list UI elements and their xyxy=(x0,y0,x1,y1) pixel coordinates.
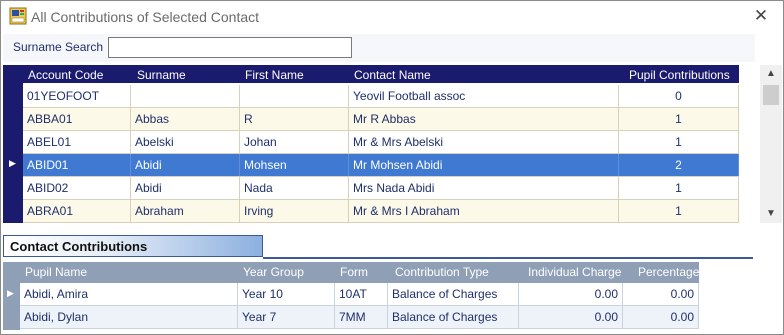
close-icon[interactable]: ✕ xyxy=(749,5,773,27)
cell-surname: Abbas xyxy=(131,108,240,130)
table-row-selected[interactable]: ABID01 Abidi Mohsen Mr Mohsen Abidi 2 xyxy=(23,154,739,177)
cell-first-name: Johan xyxy=(240,131,349,153)
cell-account-code: ABID01 xyxy=(23,154,131,176)
cell-pupil-name: Abidi, Amira xyxy=(20,283,238,305)
column-header-contribution-type[interactable]: Contribution Type xyxy=(395,265,489,279)
cell-individual-charge: 0.00 xyxy=(519,283,623,305)
contacts-vertical-scrollbar[interactable]: ▲ ▼ xyxy=(760,65,782,223)
cell-pupil-contributions: 1 xyxy=(619,108,739,130)
cell-pupil-contributions: 0 xyxy=(619,85,739,107)
cell-pupil-contributions: 1 xyxy=(619,177,739,199)
column-header-pupil-contributions[interactable]: Pupil Contributions xyxy=(629,68,730,82)
cell-contact-name: Mrs Nada Abidi xyxy=(349,177,619,199)
cell-contribution-type: Balance of Charges xyxy=(388,283,519,305)
contacts-app-icon xyxy=(9,7,27,25)
table-row[interactable]: ABEL01 Abelski Johan Mr & Mrs Abelski 1 xyxy=(23,131,739,154)
cell-pupil-contributions: 2 xyxy=(619,154,739,176)
cell-surname: Abraham xyxy=(131,200,240,222)
cell-surname xyxy=(131,85,240,107)
cell-contribution-type: Balance of Charges xyxy=(388,306,519,328)
cell-surname: Abelski xyxy=(131,131,240,153)
cell-contact-name: Yeovil Football assoc xyxy=(349,85,619,107)
cell-contact-name: Mr & Mrs I Abraham xyxy=(349,200,619,222)
column-header-account-code[interactable]: Account Code xyxy=(28,68,103,82)
cell-first-name: Irving xyxy=(240,200,349,222)
contributions-window: All Contributions of Selected Contact ✕ … xyxy=(0,0,784,335)
column-header-first-name[interactable]: First Name xyxy=(245,68,304,82)
surname-search-input[interactable] xyxy=(108,37,352,58)
table-row[interactable]: ABBA01 Abbas R Mr R Abbas 1 xyxy=(23,108,739,131)
cell-account-code: ABEL01 xyxy=(23,131,131,153)
row-pointer-icon: ▶ xyxy=(9,158,16,168)
contributions-grid: Pupil Name Year Group Form Contribution … xyxy=(3,262,699,330)
contact-contributions-section-header: Contact Contributions xyxy=(3,235,263,257)
contributions-grid-header: Pupil Name Year Group Form Contribution … xyxy=(3,262,699,283)
cell-first-name: Nada xyxy=(240,177,349,199)
contacts-grid: Account Code Surname First Name Contact … xyxy=(3,65,739,223)
cell-surname: Abidi xyxy=(131,177,240,199)
cell-account-code: ABBA01 xyxy=(23,108,131,130)
cell-first-name: Mohsen xyxy=(240,154,349,176)
cell-individual-charge: 0.00 xyxy=(519,306,623,328)
scrollbar-thumb[interactable] xyxy=(763,85,779,105)
cell-first-name xyxy=(240,85,349,107)
scroll-up-icon[interactable]: ▲ xyxy=(760,65,782,83)
column-header-contact-name[interactable]: Contact Name xyxy=(354,68,431,82)
window-title: All Contributions of Selected Contact xyxy=(31,9,260,25)
cell-first-name: R xyxy=(240,108,349,130)
section-title: Contact Contributions xyxy=(10,239,148,254)
column-header-pupil-name[interactable]: Pupil Name xyxy=(25,265,87,279)
cell-account-code: ABRA01 xyxy=(23,200,131,222)
cell-pupil-contributions: 1 xyxy=(619,131,739,153)
table-row[interactable]: Abidi, Amira Year 10 10AT Balance of Cha… xyxy=(20,283,699,306)
cell-percentage: 0.00 xyxy=(623,283,699,305)
cell-percentage: 0.00 xyxy=(623,306,699,328)
surname-search-label: Surname Search xyxy=(13,40,104,54)
column-header-percentage[interactable]: Percentage xyxy=(638,265,699,279)
scroll-down-icon[interactable]: ▼ xyxy=(760,205,782,223)
cell-contact-name: Mr & Mrs Abelski xyxy=(349,131,619,153)
column-header-individual-charge[interactable]: Individual Charge xyxy=(528,265,621,279)
title-bar: All Contributions of Selected Contact ✕ xyxy=(1,1,783,32)
column-header-form[interactable]: Form xyxy=(340,265,368,279)
contacts-grid-header: Account Code Surname First Name Contact … xyxy=(3,65,739,83)
cell-surname: Abidi xyxy=(131,154,240,176)
cell-contact-name: Mr R Abbas xyxy=(349,108,619,130)
table-row[interactable]: ABID02 Abidi Nada Mrs Nada Abidi 1 xyxy=(23,177,739,200)
cell-pupil-contributions: 1 xyxy=(619,200,739,222)
section-divider xyxy=(263,257,753,259)
cell-account-code: 01YEOFOOT xyxy=(23,85,131,107)
cell-form: 10AT xyxy=(335,283,388,305)
cell-form: 7MM xyxy=(335,306,388,328)
surname-search-row: Surname Search xyxy=(3,34,755,62)
row-selector-column xyxy=(3,65,23,223)
cell-account-code: ABID02 xyxy=(23,177,131,199)
cell-contact-name: Mr Mohsen Abidi xyxy=(349,154,619,176)
cell-year-group: Year 10 xyxy=(238,283,335,305)
table-row[interactable]: Abidi, Dylan Year 7 7MM Balance of Charg… xyxy=(20,306,699,329)
table-row[interactable]: 01YEOFOOT Yeovil Football assoc 0 xyxy=(23,85,739,108)
column-header-surname[interactable]: Surname xyxy=(137,68,186,82)
cell-pupil-name: Abidi, Dylan xyxy=(20,306,238,328)
table-row[interactable]: ABRA01 Abraham Irving Mr & Mrs I Abraham… xyxy=(23,200,739,223)
row-pointer-icon: ▶ xyxy=(7,288,14,298)
cell-year-group: Year 7 xyxy=(238,306,335,328)
column-header-year-group[interactable]: Year Group xyxy=(243,265,304,279)
